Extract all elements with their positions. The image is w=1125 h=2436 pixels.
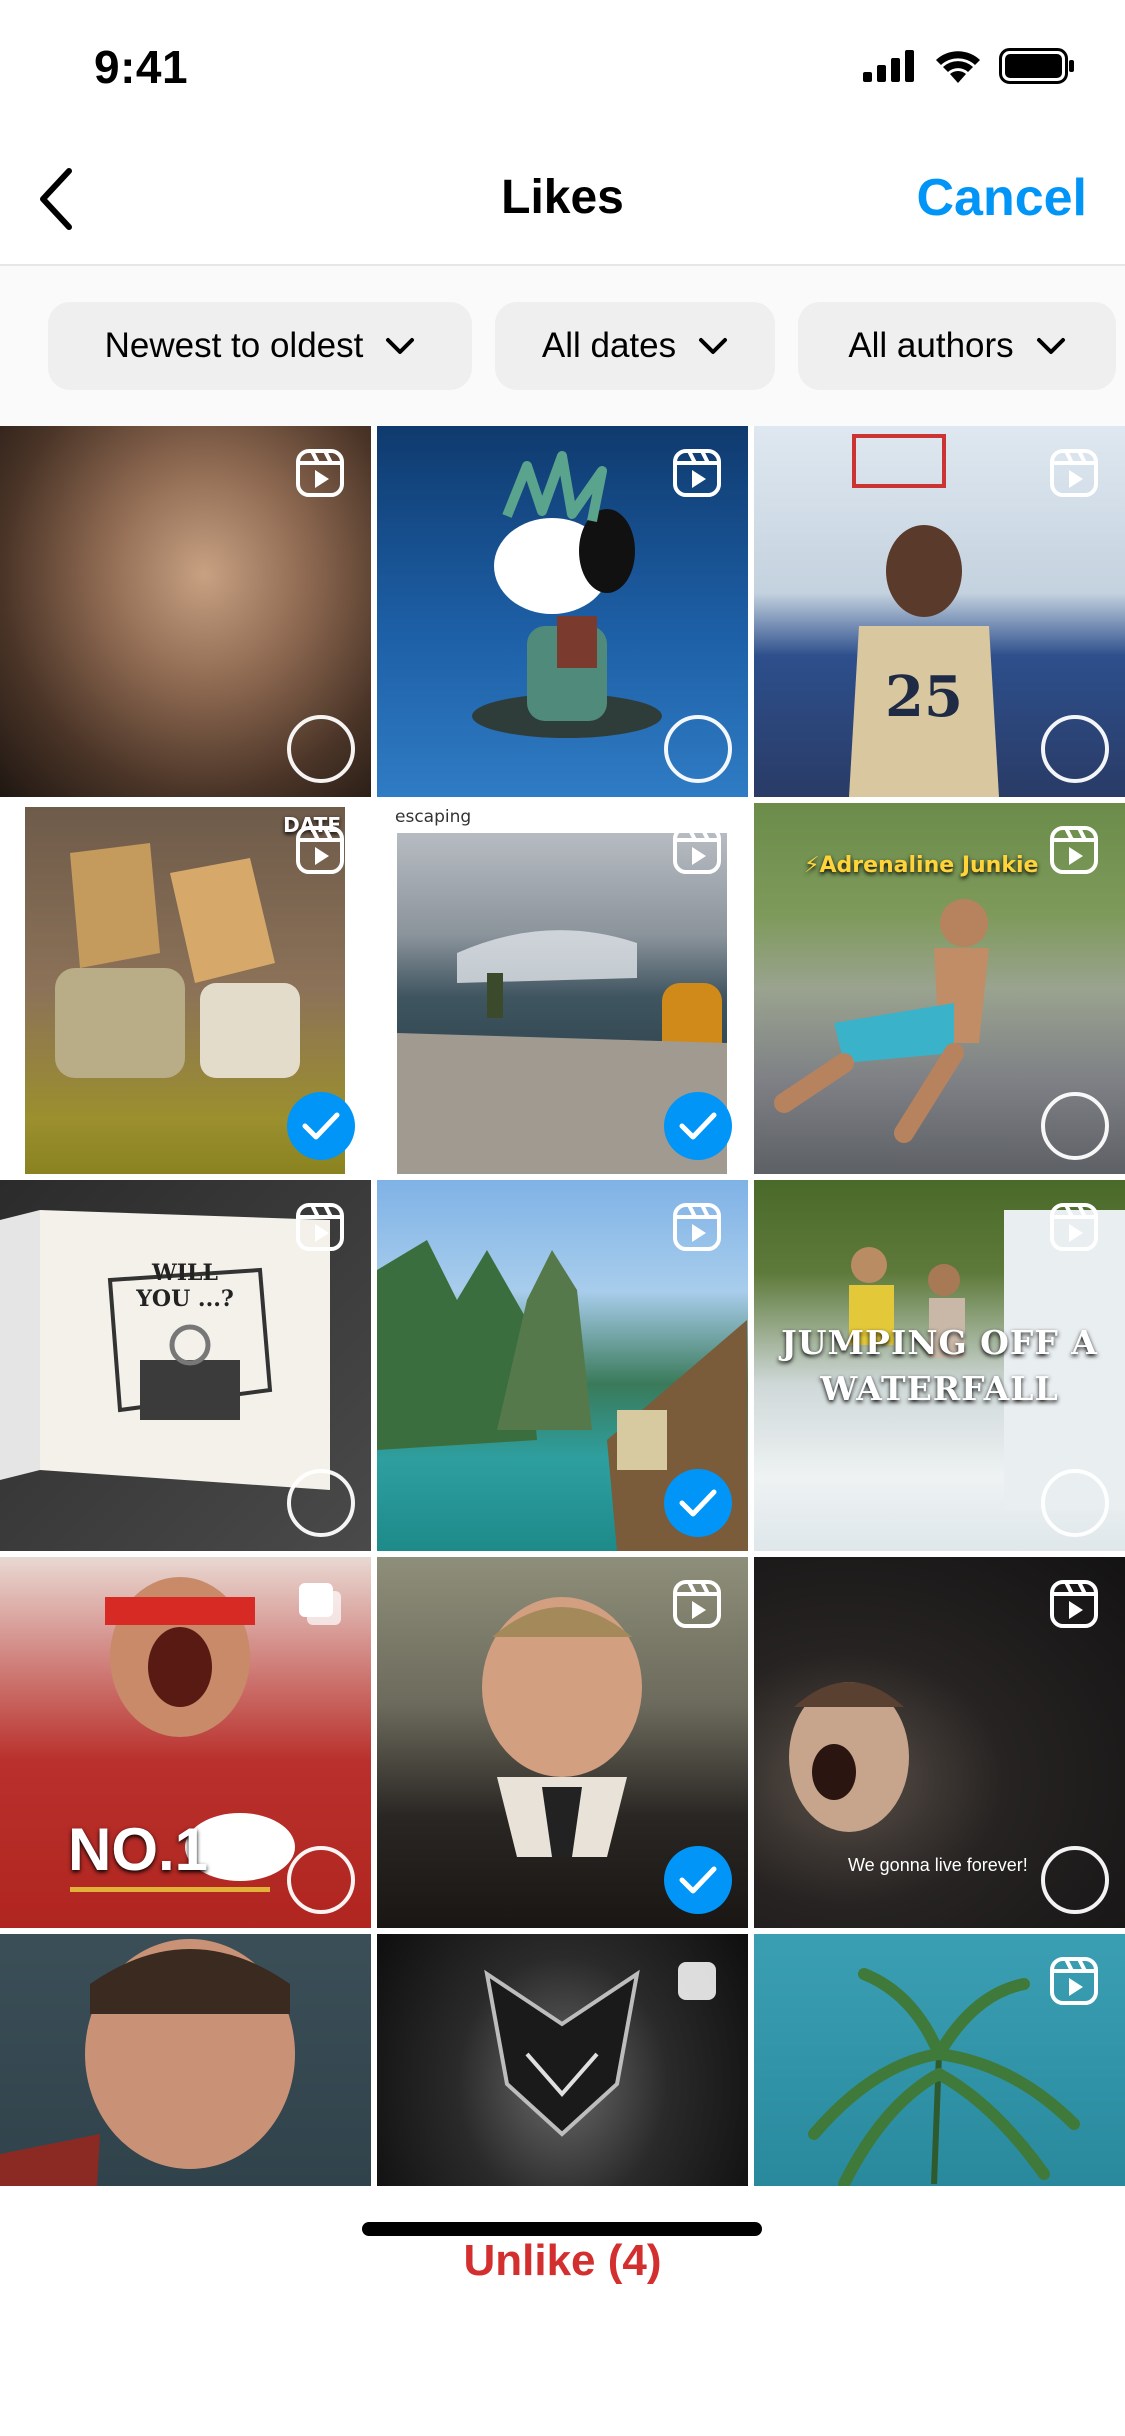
grid-tile[interactable]: ⚡Adrenaline Junkie: [754, 803, 1125, 1174]
grid-tile[interactable]: JUMPING OFF A WATERFALL: [754, 1180, 1125, 1551]
select-checkbox[interactable]: [287, 1469, 355, 1537]
home-indicator: [362, 2222, 762, 2236]
chevron-down-icon: [386, 338, 415, 354]
grid-tile[interactable]: [754, 1934, 1125, 2186]
select-checkbox[interactable]: [1041, 1092, 1109, 1160]
reels-icon: [672, 1579, 722, 1629]
reels-icon: [1049, 825, 1099, 875]
date-filter-label: All dates: [541, 326, 677, 365]
grid-tile[interactable]: [377, 426, 748, 797]
post-icon: [672, 1956, 722, 2006]
grid-tile[interactable]: [0, 1934, 371, 2186]
reels-icon: [295, 1202, 345, 1252]
checkmark-icon: [679, 1489, 717, 1517]
chevron-down-icon: [1036, 338, 1065, 354]
thumbnail-image: [0, 1934, 371, 2186]
reels-icon: [672, 825, 722, 875]
date-filter[interactable]: All dates: [495, 302, 775, 390]
grid-tile[interactable]: escaping: [377, 803, 748, 1174]
reels-icon: [672, 448, 722, 498]
battery-icon: [999, 48, 1074, 84]
grid-tile[interactable]: [377, 1180, 748, 1551]
cellular-signal-icon: [863, 50, 914, 82]
grid-tile[interactable]: [377, 1557, 748, 1928]
reels-icon: [1049, 1202, 1099, 1252]
cancel-button[interactable]: Cancel: [916, 168, 1087, 228]
select-checkbox[interactable]: [664, 1846, 732, 1914]
grid-tile[interactable]: 25: [754, 426, 1125, 797]
status-icons: [863, 48, 1075, 84]
reels-icon: [295, 448, 345, 498]
filter-bar: Newest to oldest All dates All authors: [0, 266, 1125, 426]
checkmark-icon: [679, 1112, 717, 1140]
checkmark-icon: [302, 1112, 340, 1140]
reels-icon: [1049, 1579, 1099, 1629]
select-checkbox[interactable]: [287, 1846, 355, 1914]
select-checkbox[interactable]: [287, 1092, 355, 1160]
thumbnail-caption: NO.1: [68, 1816, 209, 1883]
select-checkbox[interactable]: [1041, 715, 1109, 783]
reels-icon: [1049, 448, 1099, 498]
grid-tile[interactable]: DATE: [0, 803, 371, 1174]
grid-tile[interactable]: [0, 426, 371, 797]
reels-icon: [1049, 1956, 1099, 2006]
reels-icon: [672, 1202, 722, 1252]
thumbnail-caption: We gonna live forever!: [848, 1855, 1028, 1875]
select-checkbox[interactable]: [664, 1469, 732, 1537]
status-bar: 9:41: [0, 0, 1125, 132]
thumbnail-caption: escaping: [395, 807, 472, 827]
grid-tile[interactable]: We gonna live forever!: [754, 1557, 1125, 1928]
select-checkbox[interactable]: [287, 715, 355, 783]
select-checkbox[interactable]: [1041, 1469, 1109, 1537]
grid-tile[interactable]: [377, 1934, 748, 2186]
svg-text:25: 25: [885, 664, 963, 730]
thumbnail-caption: WILL YOU ...?: [136, 1260, 234, 1312]
sort-filter-label: Newest to oldest: [104, 326, 364, 365]
reels-icon: [295, 825, 345, 875]
checkmark-icon: [679, 1866, 717, 1894]
grid-tile[interactable]: WILL YOU ...?: [0, 1180, 371, 1551]
author-filter-label: All authors: [848, 326, 1014, 365]
author-filter[interactable]: All authors: [798, 302, 1116, 390]
wifi-icon: [936, 51, 980, 83]
grid-tile[interactable]: NO.1: [0, 1557, 371, 1928]
thumbnail-caption: ⚡Adrenaline Junkie: [804, 853, 1039, 878]
select-checkbox[interactable]: [664, 715, 732, 783]
select-checkbox[interactable]: [1041, 1846, 1109, 1914]
unlike-button[interactable]: Unlike (4): [0, 2236, 1125, 2286]
carousel-icon: [295, 1579, 345, 1629]
status-time: 9:41: [94, 41, 189, 93]
nav-bar: Likes Cancel: [0, 132, 1125, 266]
chevron-down-icon: [699, 338, 728, 354]
select-checkbox[interactable]: [664, 1092, 732, 1160]
liked-posts-grid: 25 DATE escaping ⚡Adrenaline Junkie WILL…: [0, 426, 1125, 2186]
sort-filter[interactable]: Newest to oldest: [48, 302, 472, 390]
thumbnail-caption: JUMPING OFF A WATERFALL: [781, 1323, 1098, 1408]
